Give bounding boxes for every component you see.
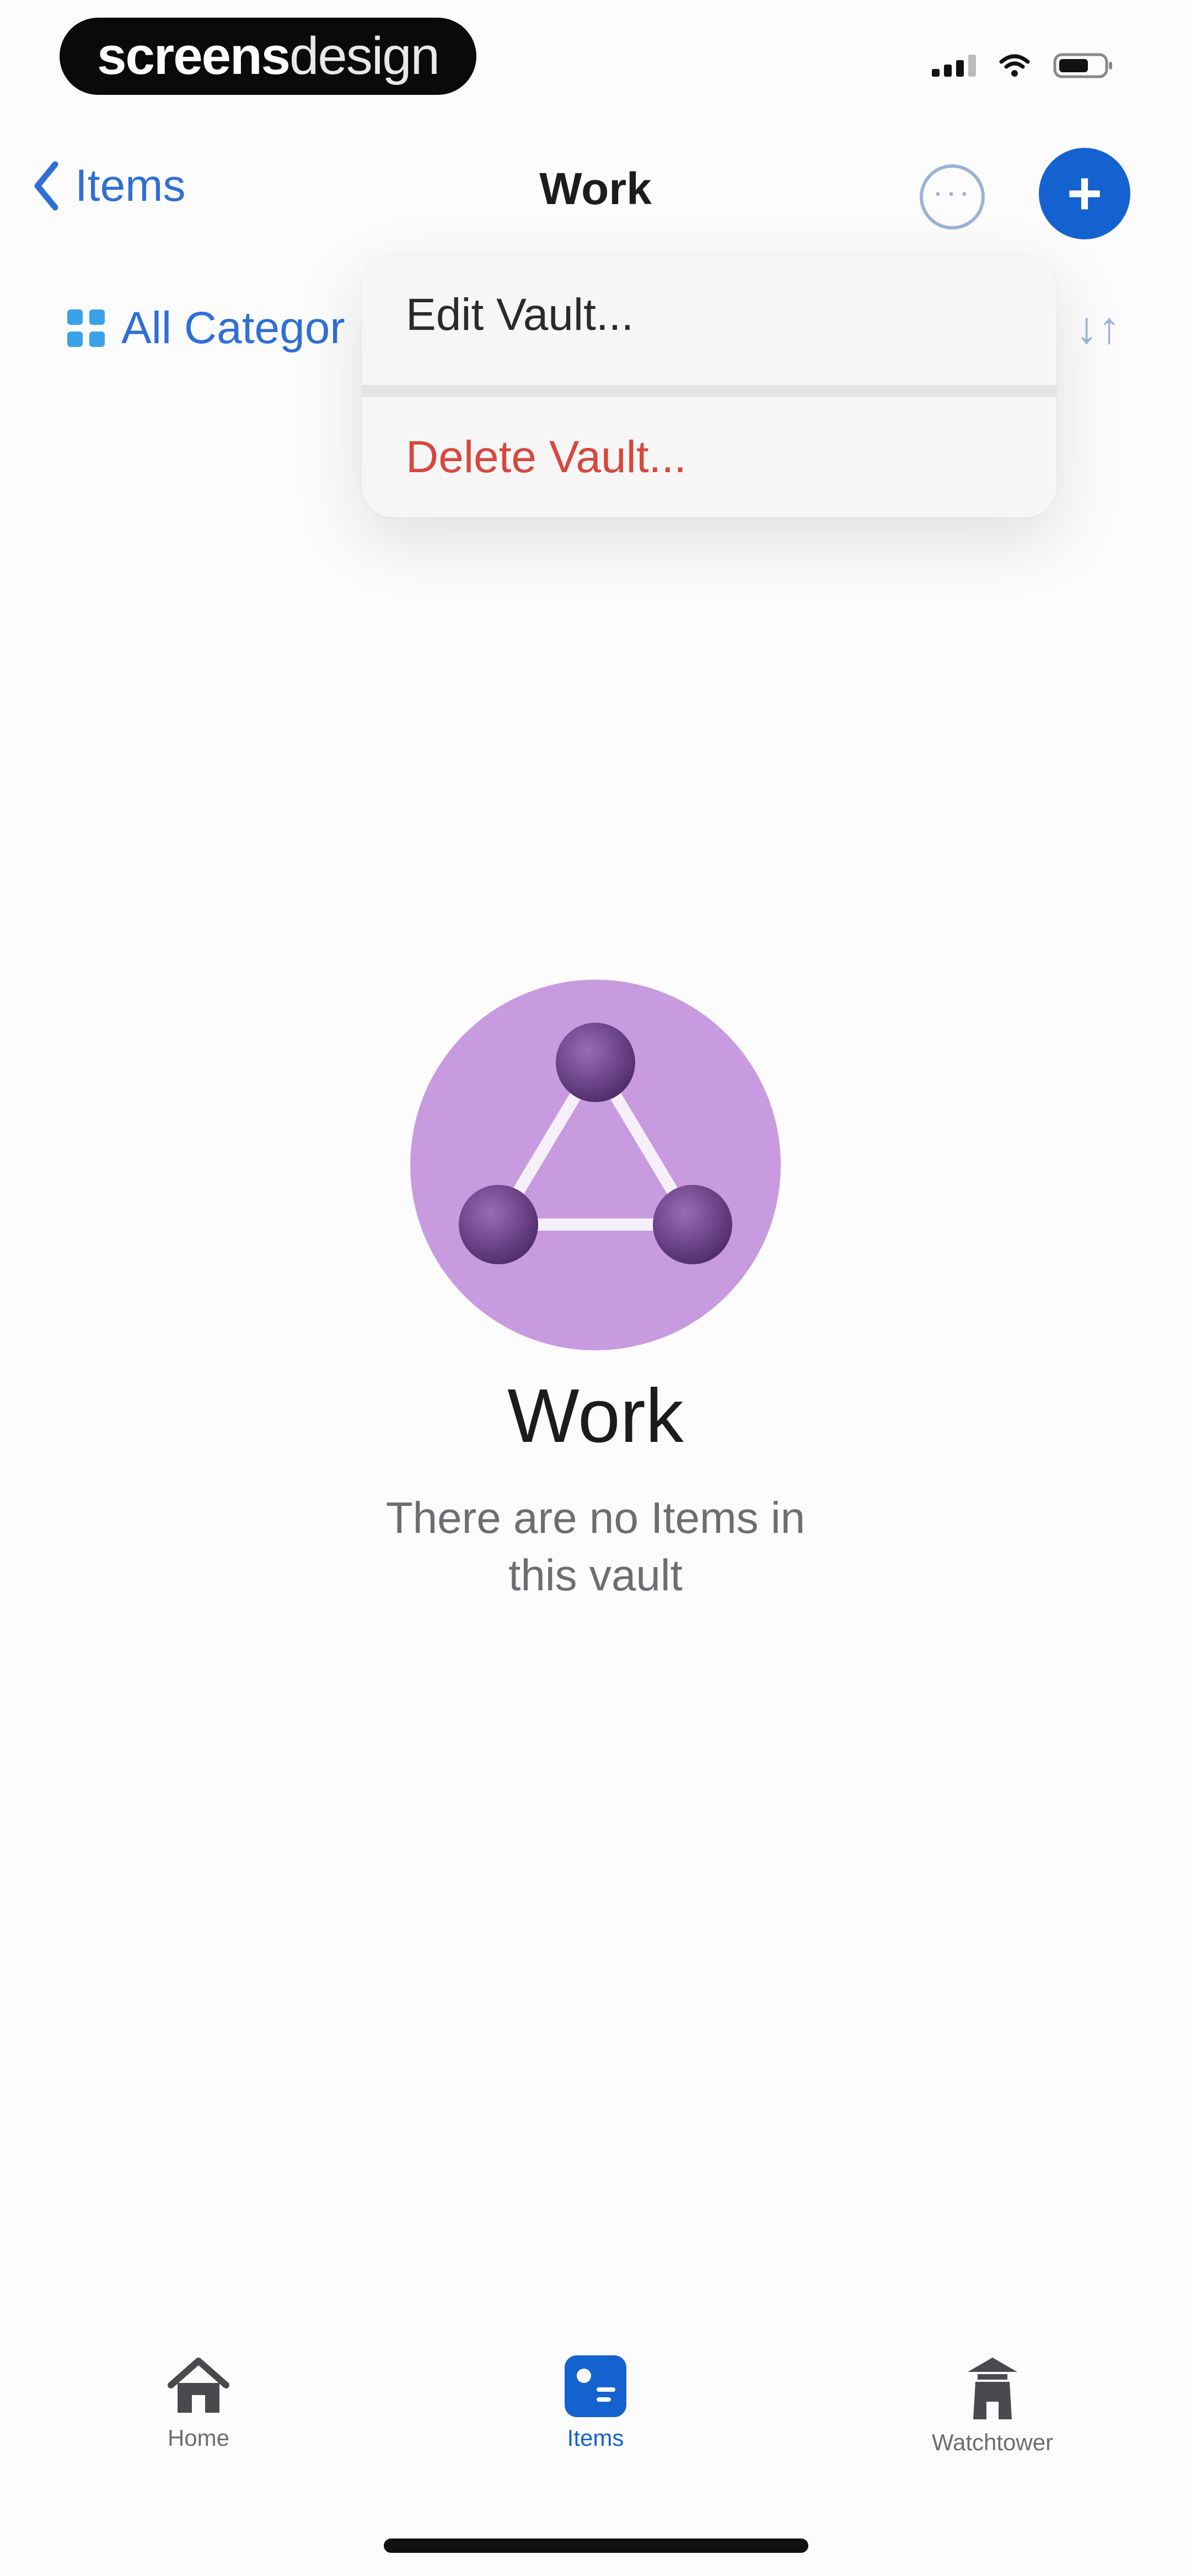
- empty-message-line-1: There are no Items in: [385, 1493, 806, 1542]
- vault-name: Work: [507, 1373, 684, 1458]
- sort-icon[interactable]: ↓↑: [1075, 302, 1120, 354]
- items-icon: [565, 2355, 626, 2417]
- tab-home[interactable]: Home: [83, 2355, 314, 2451]
- battery-icon: [1053, 52, 1114, 79]
- tab-items-label: Items: [567, 2425, 624, 2451]
- add-item-button[interactable]: +: [1039, 148, 1130, 239]
- tab-items[interactable]: Items: [480, 2355, 711, 2451]
- category-filter[interactable]: All Categor: [67, 302, 345, 354]
- status-icons: [932, 52, 1114, 79]
- categories-grid-icon: [67, 309, 105, 347]
- menu-divider: [362, 385, 1056, 397]
- home-indicator: [384, 2538, 808, 2553]
- plus-icon: +: [1066, 159, 1103, 227]
- empty-state-message: There are no Items in this vault: [320, 1489, 871, 1604]
- ellipsis-icon: ···: [932, 173, 972, 210]
- tab-home-label: Home: [167, 2425, 230, 2451]
- watchtower-icon: [968, 2358, 1017, 2419]
- home-icon: [168, 2358, 229, 2413]
- tab-watchtower[interactable]: Watchtower: [877, 2355, 1108, 2456]
- screensdesign-watermark: screens design: [60, 18, 476, 95]
- more-options-button[interactable]: ···: [920, 164, 985, 229]
- vault-avatar: [410, 980, 781, 1350]
- wifi-icon: [999, 54, 1030, 77]
- vault-network-icon: [459, 1023, 732, 1264]
- delete-vault-menu-item[interactable]: Delete Vault...: [406, 431, 686, 483]
- page-title: Work: [539, 164, 652, 214]
- edit-vault-menu-item[interactable]: Edit Vault...: [406, 289, 634, 341]
- category-filter-label: All Categor: [121, 303, 345, 353]
- empty-message-line-2: this vault: [508, 1551, 683, 1600]
- cellular-signal-icon: [932, 55, 976, 77]
- tab-watchtower-label: Watchtower: [931, 2429, 1054, 2455]
- vault-options-menu: Edit Vault... Delete Vault...: [362, 255, 1056, 517]
- watermark-light-text: design: [289, 26, 440, 85]
- watermark-bold-text: screens: [97, 26, 291, 85]
